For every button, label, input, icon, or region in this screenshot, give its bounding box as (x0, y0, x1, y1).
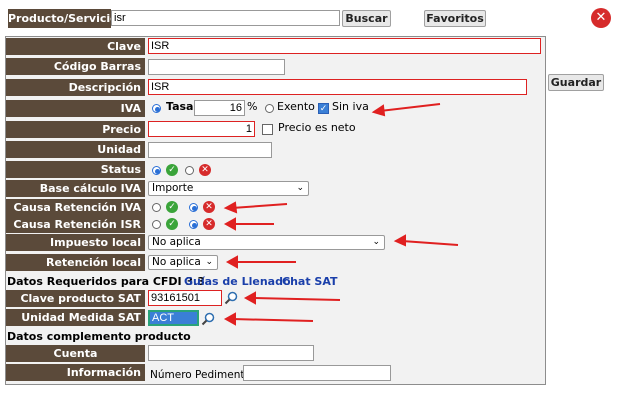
status-active-radio[interactable] (152, 166, 161, 175)
cfdi-heading: Datos Requeridos para CFDI 3.3 (7, 275, 205, 288)
chat-sat-link[interactable]: Chat SAT (282, 275, 338, 288)
tasa-label: Tasa (166, 100, 194, 113)
numero-pedimento-label: Número Pedimento (150, 369, 251, 381)
iva-label: IVA (6, 100, 145, 117)
tasa-input[interactable] (194, 100, 245, 116)
unidad-input[interactable] (148, 142, 272, 158)
ret-isr-no-radio[interactable] (189, 220, 198, 229)
unidad-label: Unidad (6, 141, 145, 158)
descripcion-input[interactable] (148, 79, 527, 95)
numero-pedimento-input[interactable] (243, 365, 391, 381)
causa-ret-iva-label: Causa Retención IVA (6, 199, 145, 216)
search-input[interactable] (111, 10, 340, 26)
status-inactive-radio[interactable] (185, 166, 194, 175)
precio-neto-label: Precio es neto (278, 121, 356, 134)
exento-label: Exento (277, 100, 315, 113)
unidad-medida-sat-label: Unidad Medida SAT (6, 309, 145, 326)
iva-tasa-radio[interactable] (152, 104, 161, 113)
check-icon: ✓ (166, 218, 178, 230)
impuesto-local-select[interactable]: No aplica ⌄ (148, 235, 385, 250)
iva-exento-radio[interactable] (265, 104, 274, 113)
precio-input[interactable] (148, 121, 255, 137)
retencion-local-select[interactable]: No aplica ⌄ (148, 255, 218, 270)
guias-link[interactable]: Guías de Llenado (184, 275, 291, 288)
check-icon: ✓ (166, 201, 178, 213)
check-icon: ✓ (166, 164, 178, 176)
retencion-local-label: Retención local (6, 254, 145, 271)
magnifier-icon[interactable] (224, 291, 238, 305)
complemento-heading: Datos complemento producto (7, 330, 191, 343)
codigo-barras-label: Código Barras (6, 58, 145, 75)
clave-producto-sat-input[interactable] (148, 290, 222, 306)
causa-ret-isr-label: Causa Retención ISR (6, 216, 145, 233)
favoritos-button[interactable]: Favoritos (424, 10, 486, 27)
producto-servicio-label: Producto/Servicio (8, 9, 118, 28)
sin-iva-label: Sin iva (332, 100, 369, 113)
cuenta-predial-input[interactable] (148, 345, 314, 361)
impuesto-local-value: No aplica (152, 236, 201, 248)
close-icon[interactable]: ✕ (591, 8, 611, 28)
ret-iva-no-radio[interactable] (189, 203, 198, 212)
sin-iva-checkbox[interactable]: ✓ (318, 103, 329, 114)
chevron-down-icon: ⌄ (372, 237, 380, 247)
cuenta-predial-label: Cuenta Predial/Catastral (6, 345, 145, 377)
precio-label: Precio (6, 121, 145, 138)
x-icon: ✕ (203, 218, 215, 230)
clave-label: Clave (6, 38, 145, 55)
ret-isr-yes-radio[interactable] (152, 220, 161, 229)
base-calculo-select[interactable]: Importe ⌄ (148, 181, 309, 196)
unidad-medida-sat-input[interactable] (148, 310, 199, 326)
clave-input[interactable] (148, 38, 541, 54)
guardar-button[interactable]: Guardar (548, 74, 604, 91)
ret-iva-yes-radio[interactable] (152, 203, 161, 212)
base-calculo-value: Importe (152, 182, 194, 194)
x-icon: ✕ (199, 164, 211, 176)
chevron-down-icon: ⌄ (205, 257, 213, 267)
status-label: Status (6, 161, 145, 178)
buscar-button[interactable]: Buscar (342, 10, 391, 27)
codigo-barras-input[interactable] (148, 59, 285, 75)
chevron-down-icon: ⌄ (296, 183, 304, 193)
precio-neto-checkbox[interactable] (262, 124, 273, 135)
base-calculo-label: Base cálculo IVA (6, 180, 145, 197)
clave-producto-sat-label: Clave producto SAT (6, 290, 145, 307)
impuesto-local-label: Impuesto local (6, 234, 145, 251)
descripcion-label: Descripción (6, 79, 145, 96)
info-aduanera-label: Información Aduanera (6, 364, 145, 396)
magnifier-icon[interactable] (201, 312, 215, 326)
x-icon: ✕ (203, 201, 215, 213)
percent-label: % (247, 100, 258, 113)
retencion-local-value: No aplica (152, 256, 201, 268)
